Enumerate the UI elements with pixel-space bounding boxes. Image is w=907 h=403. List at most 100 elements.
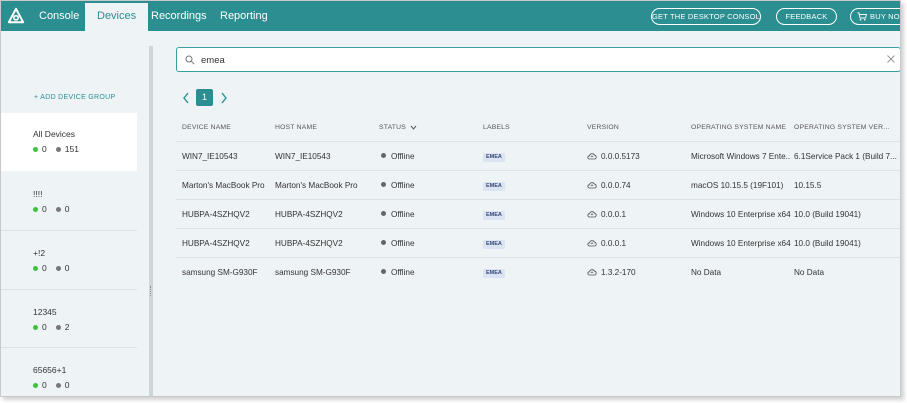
group-counts: 0 0: [33, 380, 137, 390]
row-divider: [176, 170, 900, 171]
offline-status-icon: [381, 240, 386, 246]
column-header-status[interactable]: STATUS: [379, 124, 417, 131]
search-icon: [185, 55, 195, 65]
version-text: 1.3.2-170: [601, 268, 636, 277]
version-text: 0.0.0.1: [601, 239, 627, 248]
column-header-labels[interactable]: LABELS: [483, 124, 510, 131]
row-divider: [176, 199, 900, 200]
group-name: !!!!: [33, 189, 43, 199]
column-header-os-version[interactable]: OPERATING SYSTEM VER...: [794, 124, 890, 131]
os-version-cell: No Data: [794, 268, 825, 277]
os-version-cell: 10.15.5: [794, 181, 822, 190]
label-badge: EMEA: [483, 240, 505, 249]
label-badge: EMEA: [483, 269, 505, 278]
divider: [1, 230, 137, 231]
cloud-icon: [587, 211, 597, 218]
cart-icon: [857, 12, 868, 21]
clear-icon[interactable]: [886, 54, 896, 64]
os-version-cell: 10.0 (Build 19041): [794, 210, 861, 219]
offline-count: 151: [64, 144, 79, 154]
offline-dot-icon: [55, 146, 61, 152]
chevron-left-icon[interactable]: [182, 92, 190, 104]
column-header-os-name[interactable]: OPERATING SYSTEM NAME: [691, 124, 786, 131]
offline-status-icon: [381, 269, 386, 275]
status-text: Offline: [391, 210, 415, 219]
device-group-item[interactable]: 65656+1 0 0: [1, 362, 137, 396]
online-dot-icon: [33, 324, 38, 330]
offline-status-icon: [381, 153, 386, 159]
sort-down-icon[interactable]: [410, 125, 417, 130]
column-header-host-name[interactable]: HOST NAME: [275, 124, 317, 131]
device-group-sidebar: + ADD DEVICE GROUP All Devices 0 151 !!!…: [1, 31, 149, 396]
version-text: 0.0.0.5173: [601, 152, 640, 161]
get-desktop-console-button[interactable]: GET THE DESKTOP CONSOLE: [651, 8, 761, 25]
device-name-cell[interactable]: samsung SM-G930F: [182, 268, 272, 277]
device-group-item[interactable]: !!!! 0 0: [1, 185, 137, 231]
offline-dot-icon: [55, 382, 61, 388]
version-text: 0.0.0.74: [601, 181, 631, 190]
cloud-icon: [587, 269, 597, 276]
buy-now-button[interactable]: BUY NO: [850, 8, 900, 25]
group-counts: 0 2: [33, 322, 137, 332]
page-number-current[interactable]: 1: [196, 89, 213, 106]
top-nav-bar: Console Devices Recordings Reporting GET…: [1, 1, 900, 32]
group-name: 65656+1: [33, 365, 67, 375]
cloud-icon: [587, 240, 597, 247]
host-name-cell: HUBPA-4SZHQV2: [275, 210, 343, 219]
device-name-cell[interactable]: HUBPA-4SZHQV2: [182, 239, 272, 248]
logo-icon[interactable]: [7, 7, 25, 25]
offline-status-icon: [381, 182, 386, 188]
chevron-right-icon[interactable]: [220, 92, 228, 104]
os-name-cell: Windows 10 Enterprise x64: [691, 210, 791, 219]
os-name-cell: Microsoft Windows 7 Ente...: [691, 152, 791, 161]
device-name-cell[interactable]: WIN7_IE10543: [182, 152, 272, 161]
add-device-group-link[interactable]: + ADD DEVICE GROUP: [34, 94, 115, 101]
host-name-cell: HUBPA-4SZHQV2: [275, 239, 343, 248]
buy-now-label: BUY NO: [870, 12, 900, 21]
status-cell: Offline: [381, 152, 415, 161]
version-cell: 0.0.0.1: [587, 210, 626, 219]
cloud-icon: [587, 153, 597, 160]
device-name-cell[interactable]: Marton's MacBook Pro: [182, 181, 274, 190]
label-badge: EMEA: [483, 182, 505, 191]
app-window: Console Devices Recordings Reporting GET…: [0, 0, 901, 397]
online-dot-icon: [33, 382, 38, 388]
tab-console[interactable]: Console: [27, 1, 91, 31]
feedback-button[interactable]: FEEDBACK: [776, 8, 837, 25]
splitter-grip-icon[interactable]: [150, 286, 152, 296]
device-group-item[interactable]: +!2 0 0: [1, 244, 137, 290]
device-name-cell[interactable]: HUBPA-4SZHQV2: [182, 210, 272, 219]
host-name-cell: samsung SM-G930F: [275, 268, 351, 277]
status-text: Offline: [391, 268, 415, 277]
group-name: +!2: [33, 248, 46, 258]
offline-count: 2: [64, 322, 70, 332]
version-cell: 0.0.0.74: [587, 181, 631, 190]
offline-dot-icon: [55, 324, 61, 330]
os-name-cell: No Data: [691, 268, 722, 277]
group-name: 12345: [33, 307, 57, 317]
online-dot-icon: [33, 146, 38, 152]
os-version-cell: 10.0 (Build 19041): [794, 239, 861, 248]
online-dot-icon: [33, 265, 38, 271]
online-count: 0: [42, 380, 47, 390]
group-counts: 0 0: [33, 263, 137, 273]
sidebar-splitter[interactable]: [149, 46, 153, 396]
device-group-all-devices[interactable]: All Devices 0 151: [1, 113, 137, 171]
search-input[interactable]: [201, 52, 851, 68]
tab-recordings[interactable]: Recordings: [139, 1, 219, 31]
tab-reporting[interactable]: Reporting: [208, 1, 280, 31]
status-text: Offline: [391, 239, 415, 248]
group-name: All Devices: [33, 129, 76, 139]
version-cell: 1.3.2-170: [587, 268, 636, 277]
version-cell: 0.0.0.5173: [587, 152, 640, 161]
column-header-device-name[interactable]: DEVICE NAME: [182, 124, 231, 131]
divider: [1, 347, 137, 348]
search-bar[interactable]: [176, 47, 900, 72]
status-cell: Offline: [381, 210, 415, 219]
device-group-item[interactable]: 12345 0 2: [1, 303, 137, 349]
host-name-cell: Marton's MacBook Pro: [275, 181, 358, 190]
online-count: 0: [42, 204, 47, 214]
row-divider: [176, 257, 900, 258]
row-divider: [176, 228, 900, 229]
column-header-version[interactable]: VERSION: [587, 124, 619, 131]
